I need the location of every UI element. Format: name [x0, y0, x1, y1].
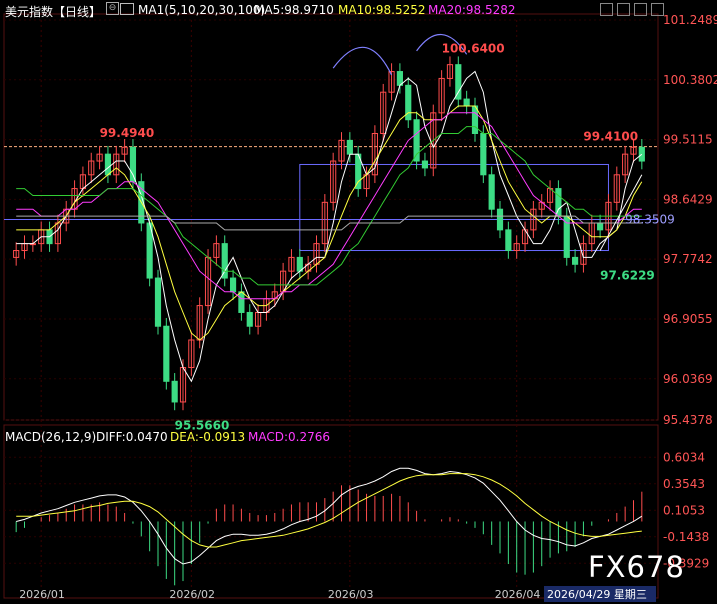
candle-body — [638, 146, 645, 162]
candle-body — [238, 291, 245, 313]
annotation-high-apr: 99.4100 — [583, 129, 638, 143]
y-tick-label: 96.0369 — [663, 372, 713, 386]
ma5-value: MA5:98.9710 — [254, 3, 334, 17]
top-arc-left — [332, 46, 393, 76]
y-tick-label: 97.7742 — [663, 252, 713, 266]
split-icon[interactable] — [617, 3, 630, 16]
candle-body — [221, 243, 228, 279]
layout-icon[interactable] — [600, 3, 613, 16]
candle-body — [480, 133, 487, 176]
ma-line-ma5 — [16, 70, 643, 383]
x-tick-label: 2026/04 — [495, 588, 541, 601]
annotation-low-apr: 97.6229 — [600, 268, 655, 282]
candle-body — [488, 174, 495, 210]
candle-body — [563, 215, 570, 258]
candle-body — [129, 146, 137, 183]
y-tick-label: 95.4378 — [663, 413, 713, 427]
candle-body — [505, 229, 512, 252]
watermark-logo: FX678 — [588, 550, 685, 584]
ma20-value: MA20:98.5282 — [428, 3, 516, 17]
macd-y-tick-label: 0.1053 — [663, 503, 705, 517]
range-box — [299, 163, 609, 252]
dea-value: DEA:-0.0913 — [170, 430, 246, 444]
ma-params: MA1(5,10,20,30,100) — [138, 3, 266, 17]
macd-panel-frame — [3, 424, 659, 599]
candle-body — [346, 139, 353, 155]
chart-canvas: 101.2489 100.3802 99.5115 98.6429 97.7742 96.… — [3, 13, 717, 602]
maximize-icon[interactable] — [634, 3, 647, 16]
x-tick-label: 2026/01 — [19, 588, 65, 601]
candle-body — [597, 222, 604, 231]
x-tick-label: 2026/03 — [328, 588, 374, 601]
macd-params: MACD(26,12,9) — [5, 430, 97, 444]
diff-value: DIFF:0.0470 — [96, 430, 168, 444]
instrument-title: 美元指数【日线】 — [5, 5, 102, 19]
candle-body — [154, 277, 162, 327]
macd-y-tick-label: 0.3543 — [663, 477, 705, 491]
candle-body — [246, 311, 253, 327]
ma-line-ma30 — [16, 126, 642, 286]
annotation-high-jan: 99.4940 — [100, 126, 155, 140]
cursor-date-label: 2026/04/29 星期三 — [547, 588, 647, 601]
level-label: 98.3509 — [625, 213, 675, 227]
candle-body — [555, 188, 562, 217]
annotation-high-mar: 100.6400 — [442, 41, 505, 55]
zoom-icon[interactable]: ⊖ — [106, 2, 119, 15]
macd-line-diff — [16, 467, 643, 565]
candle-body — [171, 380, 178, 403]
y-tick-label: 99.5115 — [663, 133, 713, 147]
ma10-value: MA10:98.5252 — [338, 3, 426, 17]
candle-body — [104, 153, 112, 176]
candle-body — [496, 208, 504, 231]
x-tick-label: 2026/02 — [169, 588, 215, 601]
ma-line-ma20 — [16, 112, 642, 300]
chart-type-icon[interactable] — [120, 3, 134, 15]
y-tick-label: 96.9055 — [663, 312, 713, 326]
y-tick-label: 101.2489 — [663, 13, 717, 27]
candle-body — [572, 256, 579, 265]
macd-value: MACD:0.2766 — [248, 430, 331, 444]
candle-body — [455, 64, 462, 100]
candle-body — [471, 105, 479, 135]
candle-body — [229, 277, 237, 293]
candle-body — [463, 98, 470, 107]
y-tick-label: 100.3802 — [663, 73, 717, 87]
candle-body — [421, 160, 429, 169]
ma-line-ma10 — [16, 105, 643, 341]
macd-y-tick-label: 0.6034 — [663, 450, 705, 464]
restore-icon[interactable] — [651, 3, 664, 16]
chart-window: 101.2489 100.3802 99.5115 98.6429 97.7742 96.… — [0, 0, 717, 604]
candle-body — [163, 325, 170, 382]
y-tick-label: 98.6429 — [663, 192, 713, 206]
macd-y-tick-label: -0.1438 — [663, 530, 709, 544]
